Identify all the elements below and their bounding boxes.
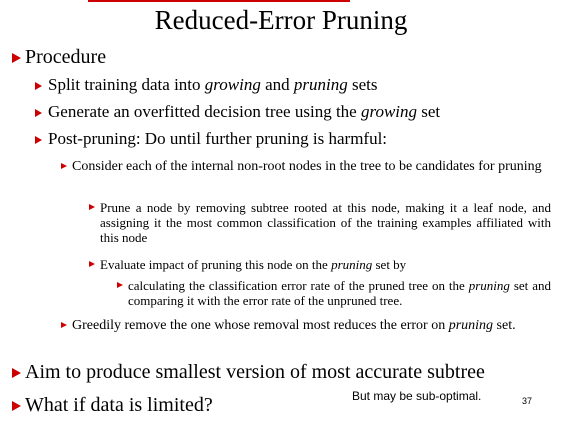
triangle-bullet-icon <box>61 322 67 328</box>
bullet-evaluate: Evaluate impact of pruning this node on … <box>89 257 551 272</box>
sub-optimal-note: But may be sub-optimal. <box>352 389 482 403</box>
bullet-calculate: calculating the classification error rat… <box>117 278 551 308</box>
triangle-bullet-icon <box>61 163 67 169</box>
title-accent-line <box>88 0 350 2</box>
evaluate-text: Evaluate impact of pruning this node on … <box>100 257 407 272</box>
aim-text: Aim to produce smallest version of most … <box>25 361 485 383</box>
slide-title: Reduced-Error Pruning <box>154 5 408 35</box>
page-number: 37 <box>522 396 533 406</box>
post-pruning-text: Post-pruning: Do until further pruning i… <box>48 129 388 148</box>
greedily-text: Greedily remove the one whose removal mo… <box>72 318 516 333</box>
triangle-bullet-icon <box>89 261 95 267</box>
split-text: Split training data into growing and pru… <box>48 75 378 94</box>
triangle-bullet-icon <box>12 401 21 411</box>
triangle-bullet-icon <box>35 82 42 90</box>
consider-text: Consider each of the internal non-root n… <box>72 159 542 174</box>
triangle-bullet-icon <box>117 282 123 288</box>
triangle-bullet-icon <box>35 136 42 144</box>
calculate-text: calculating the classification error rat… <box>128 278 551 308</box>
triangle-bullet-icon <box>12 53 21 63</box>
triangle-bullet-icon <box>12 368 21 378</box>
bullet-consider: Consider each of the internal non-root n… <box>61 158 552 175</box>
what-if-text: What if data is limited? <box>25 394 213 416</box>
procedure-text: Procedure <box>25 46 107 68</box>
triangle-bullet-icon <box>89 204 95 210</box>
prune-text: Prune a node by removing subtree rooted … <box>100 200 551 245</box>
bullet-greedily: Greedily remove the one whose removal mo… <box>61 317 552 334</box>
triangle-bullet-icon <box>35 109 42 117</box>
bullet-prune: Prune a node by removing subtree rooted … <box>89 200 551 245</box>
generate-text: Generate an overfitted decision tree usi… <box>48 102 441 121</box>
